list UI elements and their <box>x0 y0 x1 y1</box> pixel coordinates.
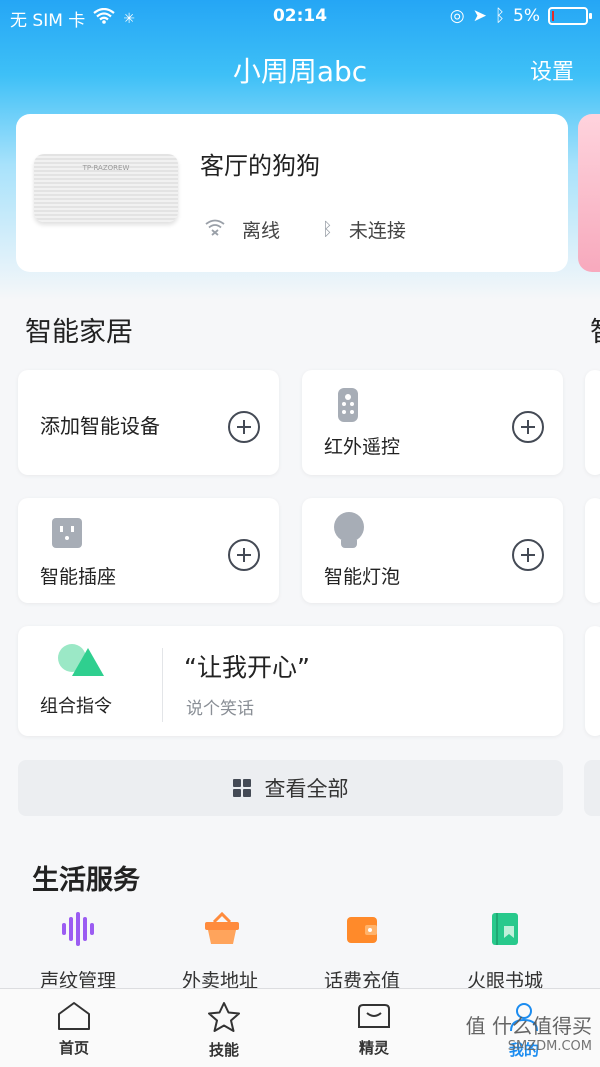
divider <box>162 648 163 722</box>
rotation-lock-icon: ◎ <box>449 6 465 26</box>
next-section-title: 智 <box>590 310 600 349</box>
life-services-title: 生活服务 <box>32 865 140 896</box>
service-bookstore[interactable]: 火眼书城 <box>450 912 560 993</box>
add-icon[interactable] <box>512 411 544 443</box>
speaker-image: TP-RAZOREW <box>34 154 178 222</box>
device-name: 客厅的狗狗 <box>200 152 320 180</box>
device-card[interactable]: TP-RAZOREW 客厅的狗狗 离线 ᛒ 未连接 <box>16 114 568 272</box>
next-card-peek <box>585 498 600 603</box>
combo-label: 组合指令 <box>40 696 112 717</box>
battery-percent: 5% <box>513 6 540 26</box>
view-all-button[interactable]: 查看全部 <box>18 760 563 816</box>
next-view-all-peek <box>584 760 600 816</box>
add-icon[interactable] <box>228 411 260 443</box>
bulb-icon <box>334 512 364 542</box>
remote-icon <box>338 388 358 422</box>
bluetooth-status: 未连接 <box>348 220 406 242</box>
bulb-base <box>341 540 357 548</box>
device-status: 离线 ᛒ 未连接 <box>204 216 406 243</box>
smart-home-title: 智能家居 <box>25 317 133 348</box>
wallet-icon <box>345 912 379 946</box>
next-device-card[interactable] <box>578 114 600 272</box>
wifi-offline-icon <box>204 218 226 241</box>
socket-icon <box>52 518 82 548</box>
tab-genie[interactable]: 精灵 <box>334 1001 414 1058</box>
smart-socket-card[interactable]: 智能插座 <box>18 498 279 603</box>
location-icon: ➤ <box>472 6 487 26</box>
smart-bulb-card[interactable]: 智能灯泡 <box>302 498 563 603</box>
next-card-peek <box>585 370 600 475</box>
smart-socket-label: 智能插座 <box>40 566 117 588</box>
tab-label: 精灵 <box>358 1039 389 1057</box>
tab-label: 首页 <box>58 1039 89 1057</box>
add-device-label: 添加智能设备 <box>40 414 160 438</box>
page-title: 小周周abc <box>232 55 368 88</box>
status-bar: 无 SIM 卡 ✳ 02:14 ◎ ➤ ᛒ 5% <box>0 0 600 34</box>
voiceprint-icon <box>61 912 95 946</box>
genie-icon <box>358 1004 390 1028</box>
smart-bulb-label: 智能灯泡 <box>324 566 401 588</box>
watermark-line1: 值 什么值得买 <box>465 1014 592 1038</box>
battery-icon <box>548 7 592 25</box>
add-icon[interactable] <box>228 539 260 571</box>
bluetooth-status-icon: ᛒ <box>322 219 333 240</box>
grid-icon <box>232 779 251 797</box>
next-card-peek <box>585 626 600 736</box>
view-all-label: 查看全部 <box>264 777 349 801</box>
bluetooth-icon: ᛒ <box>494 6 506 26</box>
tab-home[interactable]: 首页 <box>34 1001 114 1058</box>
service-recharge[interactable]: 话费充值 <box>307 912 417 993</box>
watermark: 值 什么值得买 SMZDM.COM <box>466 1010 592 1054</box>
combo-command: “让我开心” <box>184 653 310 682</box>
takeout-icon <box>203 911 239 946</box>
wifi-status: 离线 <box>242 220 281 242</box>
ir-remote-label: 红外遥控 <box>324 436 401 458</box>
service-takeout[interactable]: 外卖地址 <box>165 911 275 993</box>
book-icon <box>488 912 522 946</box>
star-icon <box>208 1002 240 1032</box>
combo-subtitle: 说个笑话 <box>186 699 254 719</box>
add-icon[interactable] <box>512 539 544 571</box>
combo-shapes-icon <box>58 644 104 680</box>
add-device-card[interactable]: 添加智能设备 <box>18 370 279 475</box>
combo-command-card[interactable]: 组合指令 “让我开心” 说个笑话 <box>18 626 563 736</box>
speaker-brand: TP-RAZOREW <box>82 164 130 172</box>
tab-label: 技能 <box>208 1041 239 1059</box>
settings-button[interactable]: 设置 <box>530 54 574 86</box>
service-voiceprint[interactable]: 声纹管理 <box>23 912 133 993</box>
tab-skills[interactable]: 技能 <box>184 1001 264 1060</box>
ir-remote-card[interactable]: 红外遥控 <box>302 370 563 475</box>
watermark-line2: SMZDM.COM <box>507 1039 592 1054</box>
home-icon <box>58 1002 90 1030</box>
